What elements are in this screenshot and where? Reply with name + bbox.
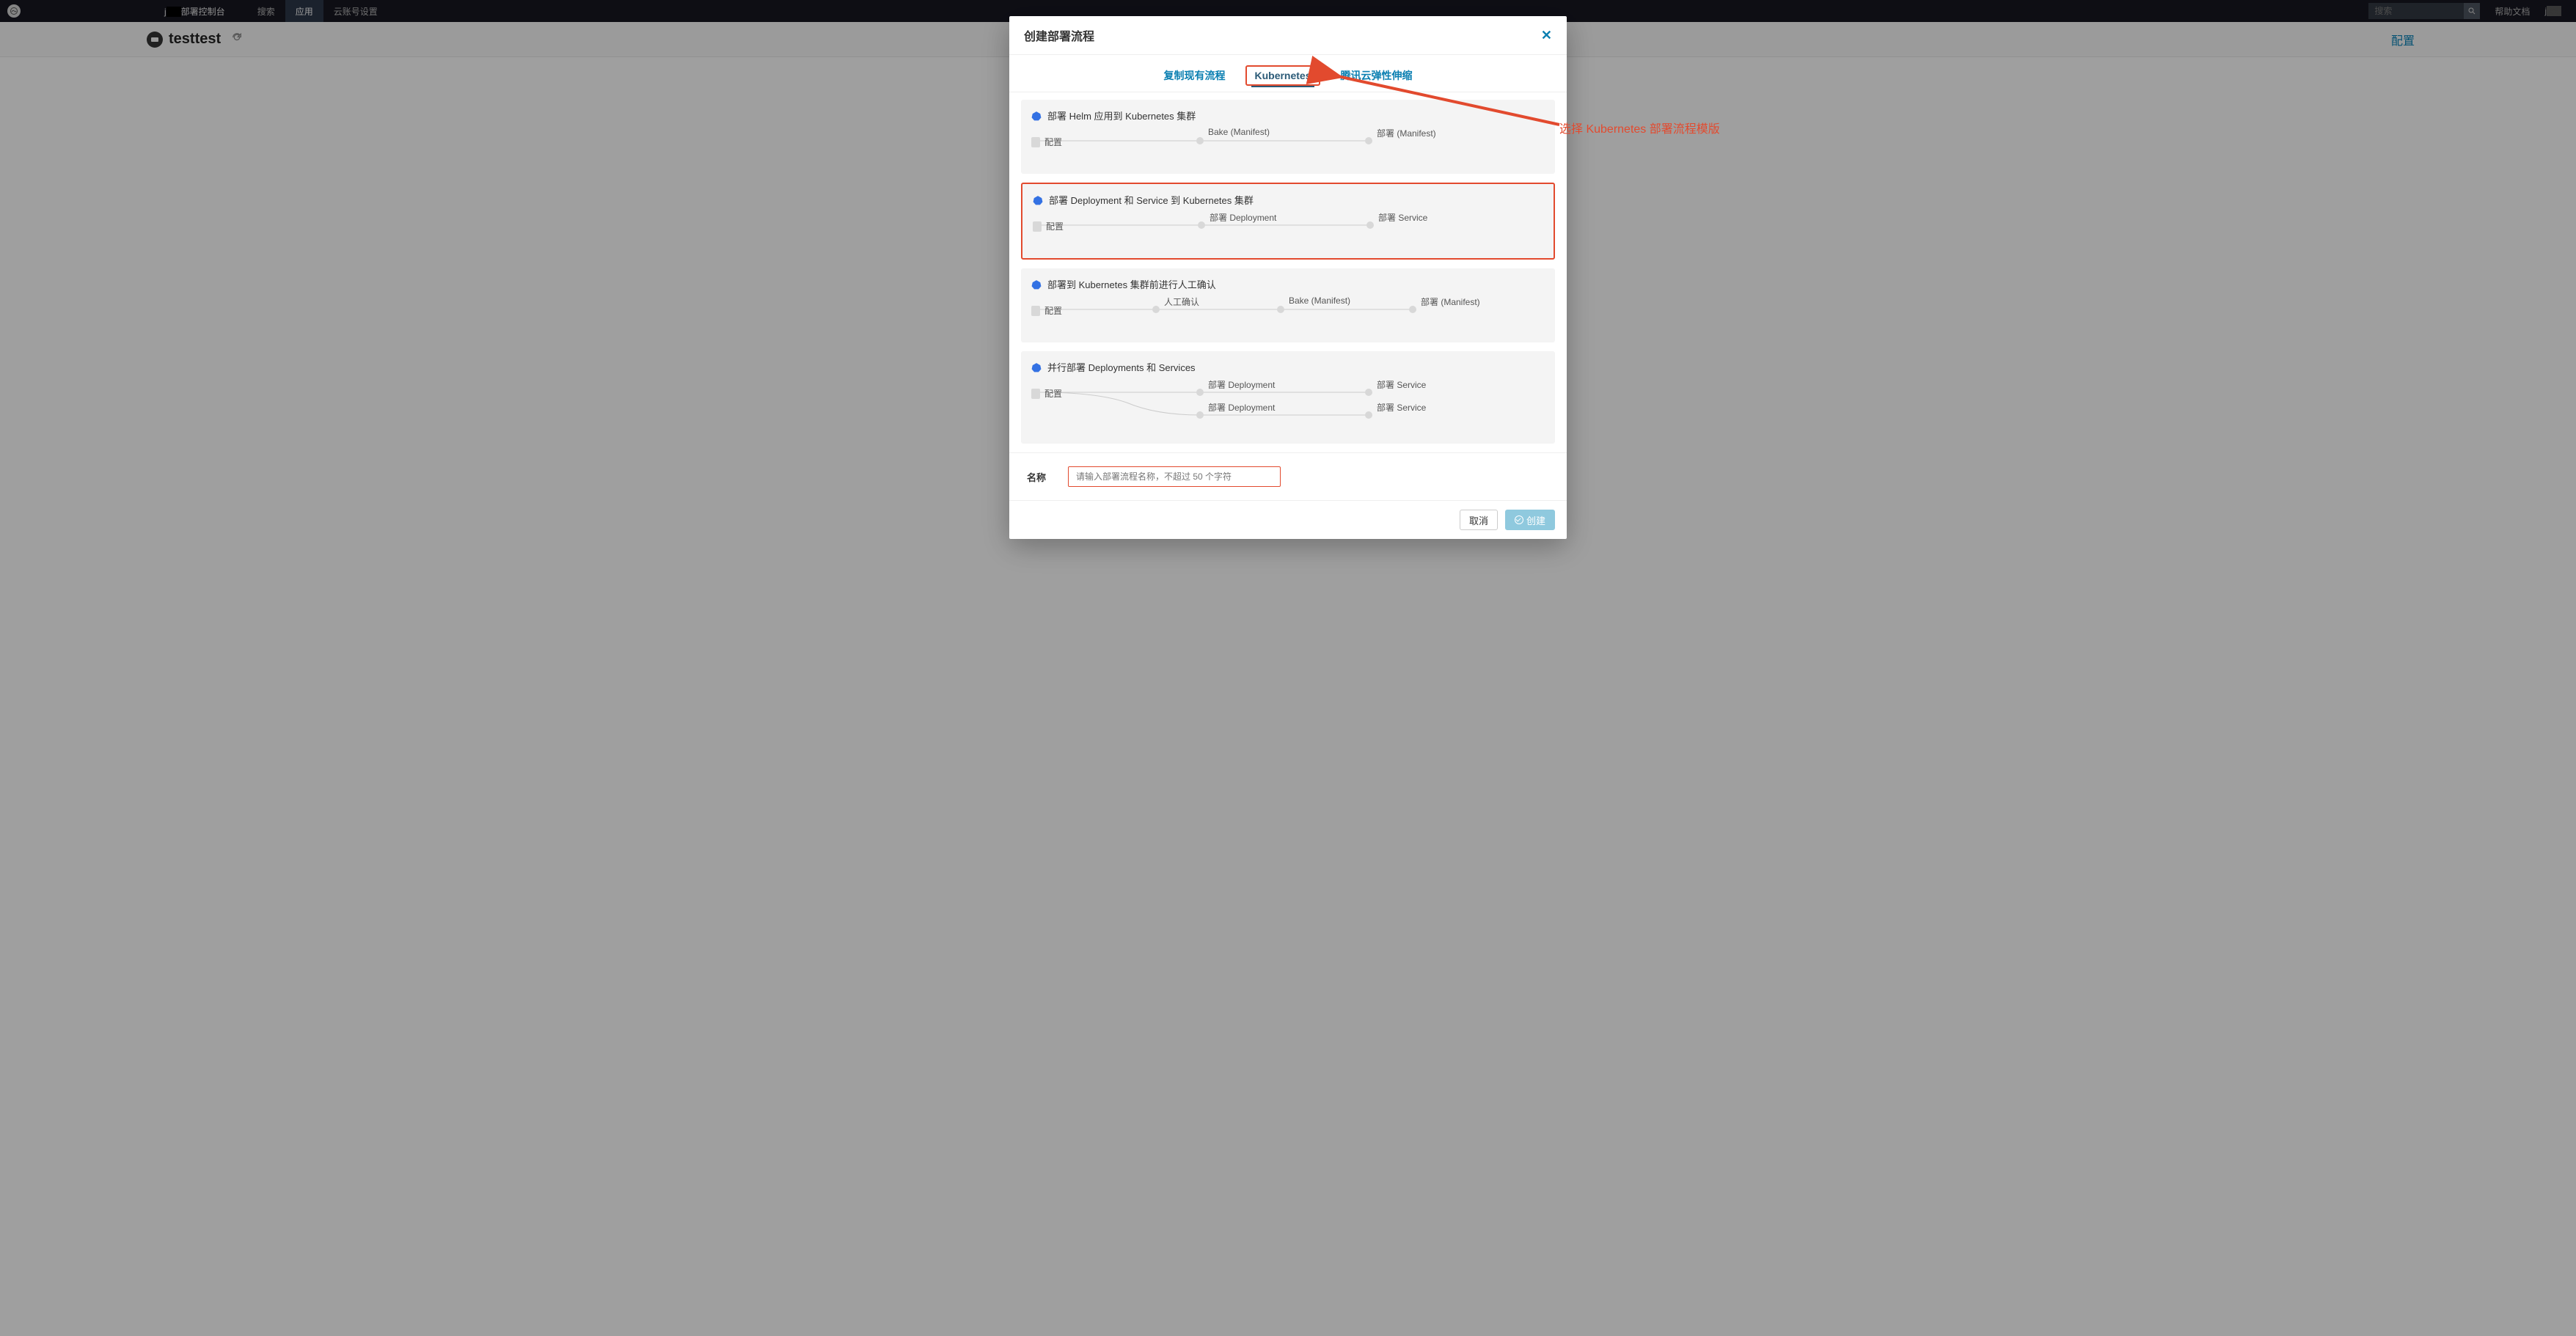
pipeline-name-input[interactable] — [1068, 466, 1281, 487]
template-manual-confirm[interactable]: 部署到 Kubernetes 集群前进行人工确认 配置 人工确认 Bake (M… — [1021, 268, 1555, 342]
tab-copy-existing[interactable]: 复制现有流程 — [1156, 65, 1232, 86]
template-title: 部署 Deployment 和 Service 到 Kubernetes 集群 — [1049, 193, 1254, 207]
tab-kubernetes[interactable]: Kubernetes — [1245, 65, 1320, 86]
template-parallel[interactable]: 并行部署 Deployments 和 Services 配置 部署 Deploy… — [1021, 351, 1555, 444]
template-title: 部署 Helm 应用到 Kubernetes 集群 — [1047, 109, 1196, 122]
kubernetes-icon — [1033, 195, 1043, 205]
modal-form: 名称 — [1009, 452, 1567, 500]
template-deployment-service[interactable]: 部署 Deployment 和 Service 到 Kubernetes 集群 … — [1021, 183, 1555, 260]
kubernetes-icon — [1031, 111, 1042, 121]
modal-header: 创建部署流程 ✕ — [1009, 16, 1567, 55]
template-helm[interactable]: 部署 Helm 应用到 Kubernetes 集群 配置 Bake (Manif… — [1021, 100, 1555, 174]
create-button[interactable]: 创建 — [1505, 510, 1555, 530]
template-title: 并行部署 Deployments 和 Services — [1047, 360, 1196, 374]
create-pipeline-modal: 创建部署流程 ✕ 复制现有流程 Kubernetes 腾讯云弹性伸缩 部署 He… — [1009, 16, 1567, 539]
modal-footer: 取消 创建 — [1009, 500, 1567, 539]
tab-tencent-autoscaling[interactable]: 腾讯云弹性伸缩 — [1333, 65, 1420, 86]
kubernetes-icon — [1031, 362, 1042, 372]
modal-body: 部署 Helm 应用到 Kubernetes 集群 配置 Bake (Manif… — [1009, 92, 1567, 452]
close-icon[interactable]: ✕ — [1541, 28, 1552, 43]
cancel-button[interactable]: 取消 — [1460, 510, 1498, 530]
kubernetes-icon — [1031, 279, 1042, 290]
name-label: 名称 — [1027, 470, 1046, 484]
modal-title: 创建部署流程 — [1024, 26, 1094, 44]
template-title: 部署到 Kubernetes 集群前进行人工确认 — [1047, 277, 1216, 291]
modal-tabs: 复制现有流程 Kubernetes 腾讯云弹性伸缩 — [1009, 55, 1567, 92]
check-icon — [1515, 515, 1523, 524]
